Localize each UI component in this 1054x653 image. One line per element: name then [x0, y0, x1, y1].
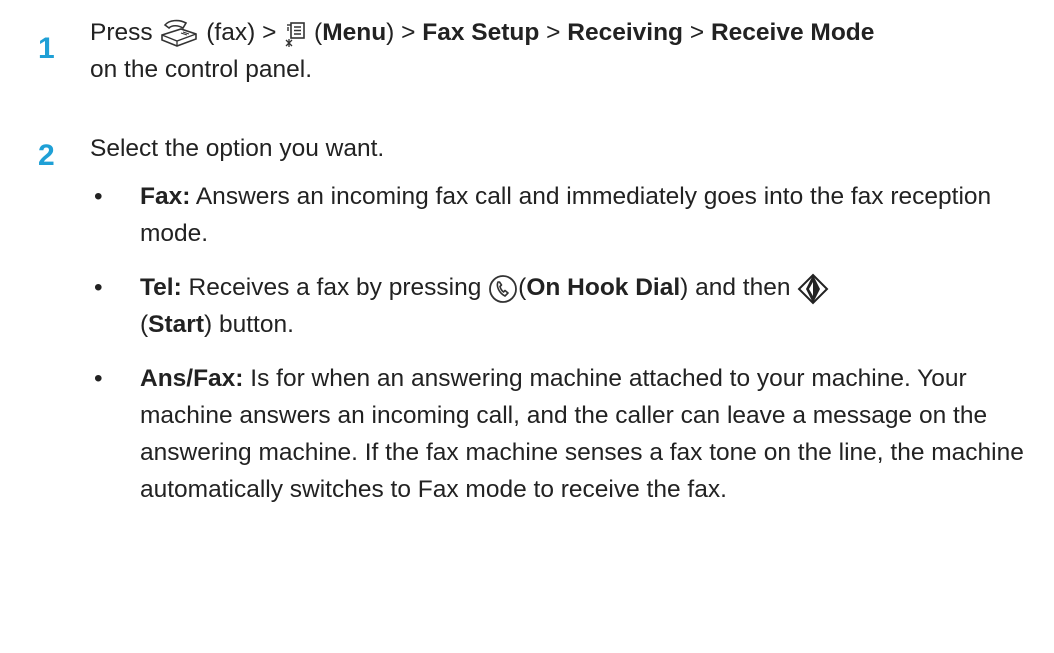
menu-label: Menu: [322, 19, 387, 46]
option-desc: Receives a fax by pressing: [181, 274, 489, 301]
receive-mode-label: Receive Mode: [710, 19, 875, 46]
separator: >: [546, 19, 561, 46]
fax-paren-text: (fax) >: [206, 19, 277, 46]
option-desc: Is for when an answering machine attache…: [140, 365, 1024, 503]
start-label: Start: [148, 311, 204, 338]
option-term: Ans/Fax:: [140, 365, 244, 392]
option-desc: Answers an incoming fax call and immedia…: [140, 183, 992, 247]
menu-open: (: [314, 19, 323, 46]
option-fax: • Fax: Answers an incoming fax call and …: [90, 178, 1034, 252]
step-number: 2: [38, 139, 55, 172]
bullet: •: [94, 274, 103, 301]
menu-icon: [283, 21, 307, 47]
on-hook-close: ) and then: [680, 274, 798, 301]
bullet: •: [94, 365, 103, 392]
start-close: ) button.: [204, 311, 294, 338]
on-hook-dial-label: On Hook Dial: [526, 274, 681, 301]
fax-setup-label: Fax Setup: [422, 19, 540, 46]
fax-icon: [159, 19, 199, 49]
start-icon: [797, 273, 829, 305]
press-text: Press: [90, 19, 153, 46]
option-tel: • Tel: Receives a fax by pressing ( On Ho…: [90, 269, 1034, 343]
bullet: •: [94, 183, 103, 210]
option-term: Fax:: [140, 183, 191, 210]
step-number: 1: [38, 32, 55, 65]
option-term: Tel:: [140, 274, 182, 301]
separator: >: [689, 19, 705, 46]
start-open: (: [140, 311, 149, 338]
control-panel-text: on the control panel.: [90, 56, 313, 83]
options-list: • Fax: Answers an incoming fax call and …: [90, 178, 1034, 508]
menu-close: ) >: [386, 19, 416, 46]
step-1-text: Press (fax) > (Menu) > Fax Setup > Recei…: [90, 14, 1038, 88]
option-ans-fax: • Ans/Fax: Is for when an answering mach…: [90, 360, 1034, 508]
step-2-text: Select the option you want.: [90, 135, 385, 162]
on-hook-dial-icon: [488, 274, 518, 304]
receiving-label: Receiving: [567, 19, 684, 46]
